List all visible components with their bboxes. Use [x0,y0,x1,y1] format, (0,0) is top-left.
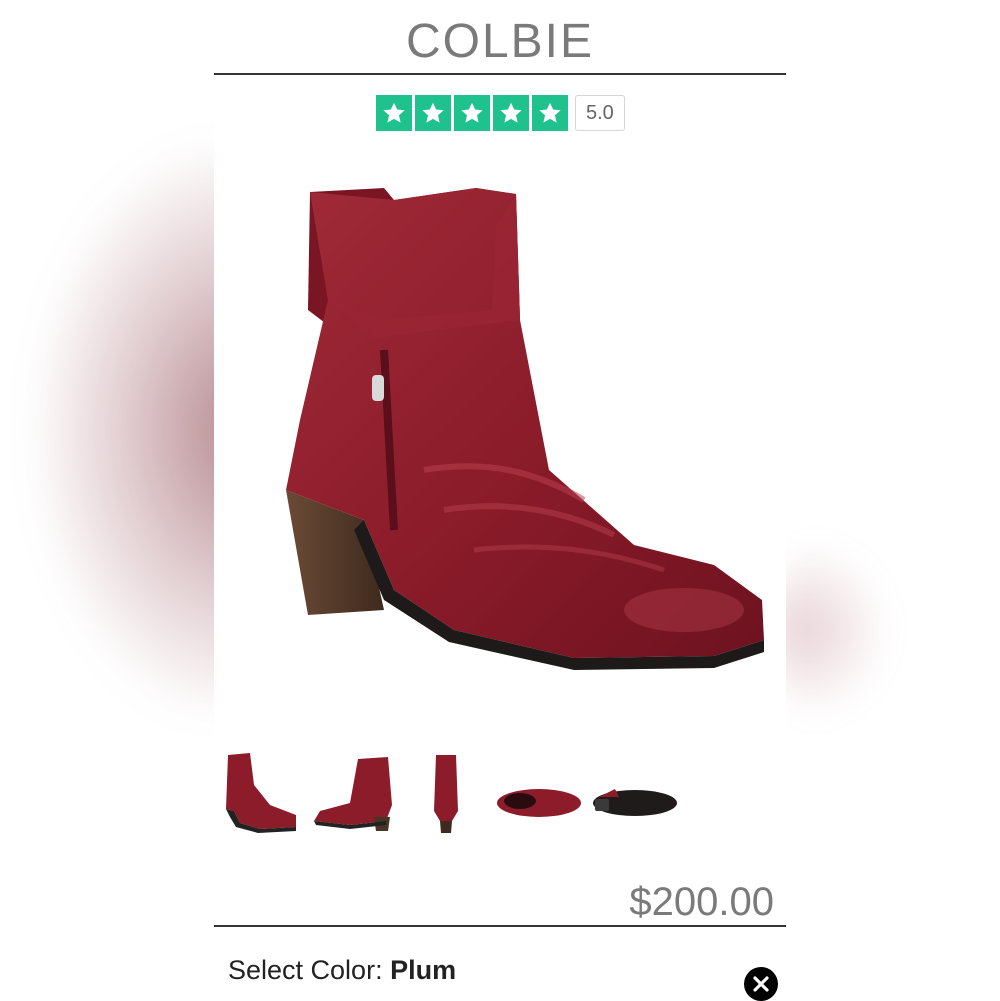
star-icon [493,95,529,131]
thumbnail-back-view[interactable] [426,745,466,840]
thumbnail-strip [214,745,786,840]
star-icon [532,95,568,131]
color-label: Select Color: [228,955,391,985]
thumbnail-side-view[interactable] [220,745,300,840]
rating[interactable]: 5.0 [376,95,625,131]
thumbnail-sole-view[interactable] [589,745,679,840]
price-divider [214,925,786,927]
product-panel: COLBIE 5.0 $200.00 Select Color: Plum [214,0,786,1001]
color-value: Plum [390,955,457,985]
thumbnail-top-view[interactable] [494,745,584,840]
product-title: COLBIE [405,15,595,68]
star-icon [454,95,490,131]
title-divider [214,73,786,75]
rating-value: 5.0 [575,95,625,131]
star-icon [376,95,412,131]
product-price: $200.00 [629,880,774,924]
blurred-backdrop-right [770,540,890,720]
color-selector[interactable]: Select Color: Plum [228,955,456,986]
star-icon [415,95,451,131]
thumbnail-outer-view[interactable] [310,745,400,840]
close-circle-icon[interactable] [744,967,778,1001]
product-main-image[interactable] [244,170,764,710]
